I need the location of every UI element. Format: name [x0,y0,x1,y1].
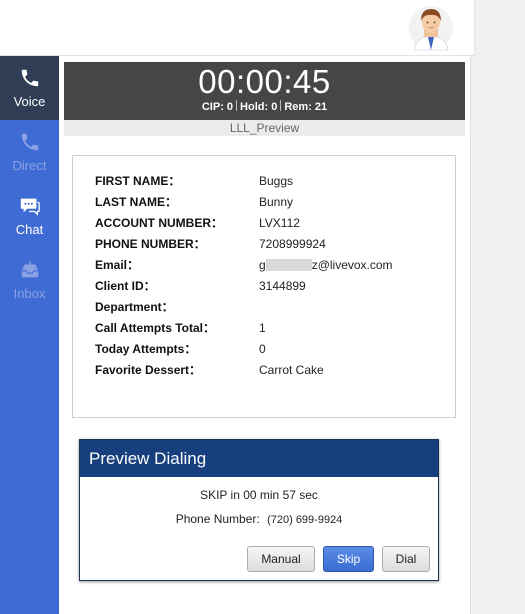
email-suffix: z@livevox.com [311,258,393,272]
field-label: Call Attempts Total： [95,321,216,335]
phone-value: (720) 699-9924 [267,514,343,526]
field-label: Department： [95,300,174,314]
sidebar-item-chat[interactable]: Chat [0,184,59,248]
preview-dialing-dialog: Preview Dialing SKIP in 00 min 57 sec Ph… [79,439,439,581]
user-avatar-icon[interactable] [408,4,454,52]
sidebar-item-label: Inbox [13,286,46,301]
sidebar-item-inbox[interactable]: Inbox [0,248,59,312]
field-value: Carrot Cake [259,363,324,377]
cip-count: CIP: 0 [201,101,234,113]
redacted-block [265,259,312,271]
field-label: PHONE NUMBER： [95,237,206,251]
inbox-icon [21,260,38,278]
field-value: 7208999924 [259,237,326,251]
phone-number-line: Phone Number: (720) 699-9924 [80,512,438,526]
hold-count: Hold: 0 [240,101,278,113]
dial-button[interactable]: Dial [382,546,430,572]
stat-divider [236,100,238,111]
field-value: LVX112 [259,216,300,230]
field-label: LAST NAME： [95,195,177,209]
field-value: Buggs [259,174,294,188]
field-value: 0 [259,342,266,356]
sidebar-item-label: Chat [15,222,44,237]
field-value: 3144899 [259,279,306,293]
skip-countdown: SKIP in 00 min 57 sec [200,488,318,502]
field-label: FIRST NAME： [95,174,181,188]
call-timer-panel: 00:00:45 CIP: 0 Hold: 0 Rem: 21 [64,62,465,120]
sidebar: Voice Direct Chat Inbox [0,56,59,614]
phone-icon [21,69,38,87]
field-label: ACCOUNT NUMBER： [95,216,223,230]
sidebar-item-voice[interactable]: Voice [0,56,59,120]
sidebar-item-label: Direct [12,158,47,173]
field-label: Today Attempts： [95,342,197,356]
email-prefix: g [259,258,266,272]
chat-icon [20,198,40,216]
dialog-title: Preview Dialing [80,440,438,477]
phone-label: Phone Number: [175,512,260,526]
field-value: g z@livevox.com [259,257,459,273]
skip-button[interactable]: Skip [323,546,374,572]
field-value: Bunny [259,195,294,209]
remaining-count: Rem: 21 [284,101,328,113]
field-label: Client ID： [95,279,156,293]
call-timer: 00:00:45 [198,63,331,100]
main-panel: 00:00:45 CIP: 0 Hold: 0 Rem: 21 LLL_Previe… [59,56,471,614]
contact-info-panel: FIRST NAME： Buggs LAST NAME： Bunny ACCOU… [72,155,456,418]
call-stats: CIP: 0 Hold: 0 Rem: 21 [64,100,465,114]
stat-divider [280,100,282,111]
field-value: 1 [259,321,266,335]
top-bar [0,0,475,56]
phone-direct-icon [21,133,38,151]
manual-button[interactable]: Manual [247,546,315,572]
field-label: Email： [95,258,140,272]
campaign-name: LLL_Preview [64,120,465,136]
sidebar-item-label: Voice [13,94,46,109]
field-label: Favorite Dessert： [95,363,202,377]
sidebar-item-direct[interactable]: Direct [0,120,59,184]
